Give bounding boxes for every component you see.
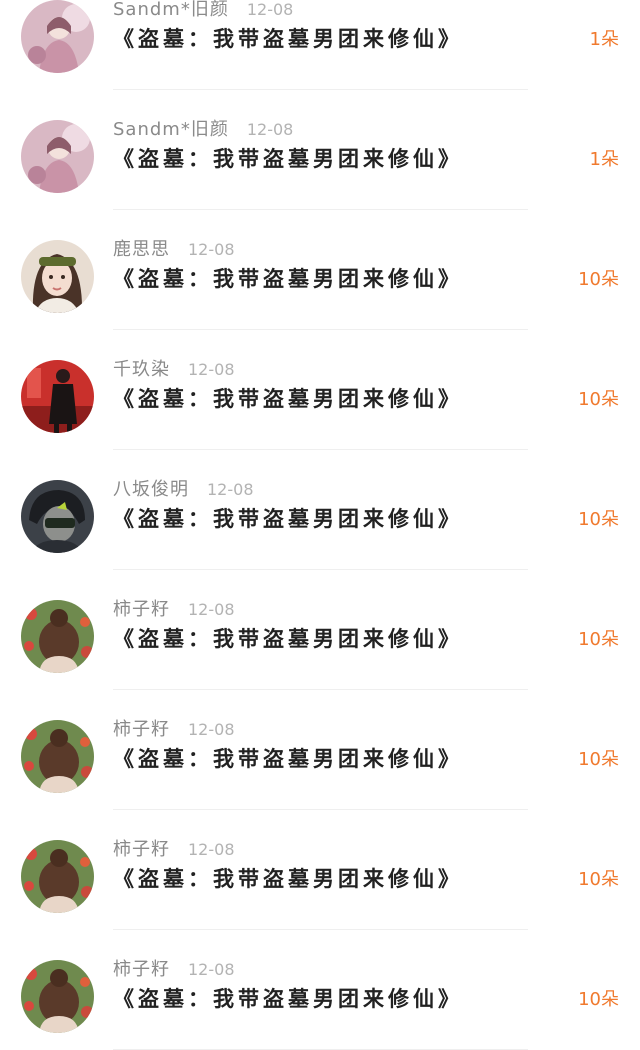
item-meta: 柿子籽 12-08: [113, 718, 235, 742]
book-title[interactable]: 《盗墓：我带盗墓男团来修仙》: [113, 623, 463, 655]
date: 12-08: [188, 720, 235, 739]
date: 12-08: [188, 840, 235, 859]
username[interactable]: 柿子籽: [113, 719, 170, 740]
book-title[interactable]: 《盗墓：我带盗墓男团来修仙》: [113, 383, 463, 415]
avatar[interactable]: [21, 240, 94, 313]
item-meta: Sandm*旧颜 12-08: [113, 0, 293, 22]
item-meta: Sandm*旧颜 12-08: [113, 118, 293, 142]
item-meta: 柿子籽 12-08: [113, 598, 235, 622]
item-meta: 柿子籽 12-08: [113, 838, 235, 862]
date: 12-08: [188, 960, 235, 979]
date: 12-08: [188, 360, 235, 379]
gift-count: 10朵: [578, 749, 619, 770]
list-item[interactable]: 鹿思思 12-08 《盗墓：我带盗墓男团来修仙》 10朵: [0, 210, 640, 330]
item-meta: 八坂俊明 12-08: [113, 478, 254, 502]
date: 12-08: [207, 480, 254, 499]
avatar[interactable]: [21, 840, 94, 913]
book-title[interactable]: 《盗墓：我带盗墓男团来修仙》: [113, 863, 463, 895]
book-title[interactable]: 《盗墓：我带盗墓男团来修仙》: [113, 143, 463, 175]
list-item[interactable]: 柿子籽 12-08 《盗墓：我带盗墓男团来修仙》 10朵: [0, 570, 640, 690]
gift-count: 10朵: [578, 389, 619, 410]
avatar[interactable]: [21, 720, 94, 793]
list-item[interactable]: 柿子籽 12-08 《盗墓：我带盗墓男团来修仙》 10朵: [0, 690, 640, 810]
item-meta: 千玖染 12-08: [113, 358, 235, 382]
date: 12-08: [246, 0, 294, 19]
date: 12-08: [188, 240, 235, 259]
gift-count: 1朵: [589, 149, 619, 170]
book-title[interactable]: 《盗墓：我带盗墓男团来修仙》: [113, 983, 463, 1015]
gift-count: 10朵: [578, 629, 619, 650]
username[interactable]: 八坂俊明: [113, 479, 189, 500]
date: 12-08: [188, 600, 235, 619]
book-title[interactable]: 《盗墓：我带盗墓男团来修仙》: [113, 503, 463, 535]
list-item[interactable]: 八坂俊明 12-08 《盗墓：我带盗墓男团来修仙》 10朵: [0, 450, 640, 570]
username[interactable]: 柿子籽: [113, 839, 170, 860]
gift-record-list: Sandm*旧颜 12-08 《盗墓：我带盗墓男团来修仙》 1朵 Sandm*旧颜…: [0, 0, 640, 1050]
avatar[interactable]: [21, 120, 94, 193]
gift-count: 10朵: [578, 509, 619, 530]
list-item[interactable]: 柿子籽 12-08 《盗墓：我带盗墓男团来修仙》 10朵: [0, 930, 640, 1050]
gift-count: 10朵: [578, 269, 619, 290]
avatar[interactable]: [21, 480, 94, 553]
gift-count: 10朵: [578, 989, 619, 1010]
book-title[interactable]: 《盗墓：我带盗墓男团来修仙》: [113, 263, 463, 295]
avatar[interactable]: [21, 960, 94, 1033]
list-item[interactable]: 千玖染 12-08 《盗墓：我带盗墓男团来修仙》 10朵: [0, 330, 640, 450]
book-title[interactable]: 《盗墓：我带盗墓男团来修仙》: [113, 23, 463, 55]
list-item[interactable]: Sandm*旧颜 12-08 《盗墓：我带盗墓男团来修仙》 1朵: [0, 90, 640, 210]
avatar[interactable]: [21, 600, 94, 673]
list-item[interactable]: Sandm*旧颜 12-08 《盗墓：我带盗墓男团来修仙》 1朵: [0, 0, 640, 90]
book-title[interactable]: 《盗墓：我带盗墓男团来修仙》: [113, 743, 463, 775]
item-meta: 鹿思思 12-08: [113, 238, 235, 262]
username[interactable]: 柿子籽: [113, 599, 170, 620]
item-meta: 柿子籽 12-08: [113, 958, 235, 982]
list-item[interactable]: 柿子籽 12-08 《盗墓：我带盗墓男团来修仙》 10朵: [0, 810, 640, 930]
username[interactable]: 柿子籽: [113, 959, 170, 980]
avatar[interactable]: [21, 360, 94, 433]
username[interactable]: 千玖染: [113, 359, 170, 380]
username[interactable]: Sandm*旧颜: [113, 119, 229, 140]
gift-count: 1朵: [589, 29, 619, 50]
gift-count: 10朵: [578, 869, 619, 890]
date: 12-08: [246, 120, 294, 139]
username[interactable]: 鹿思思: [113, 239, 170, 260]
username[interactable]: Sandm*旧颜: [113, 0, 229, 20]
avatar[interactable]: [21, 0, 94, 73]
